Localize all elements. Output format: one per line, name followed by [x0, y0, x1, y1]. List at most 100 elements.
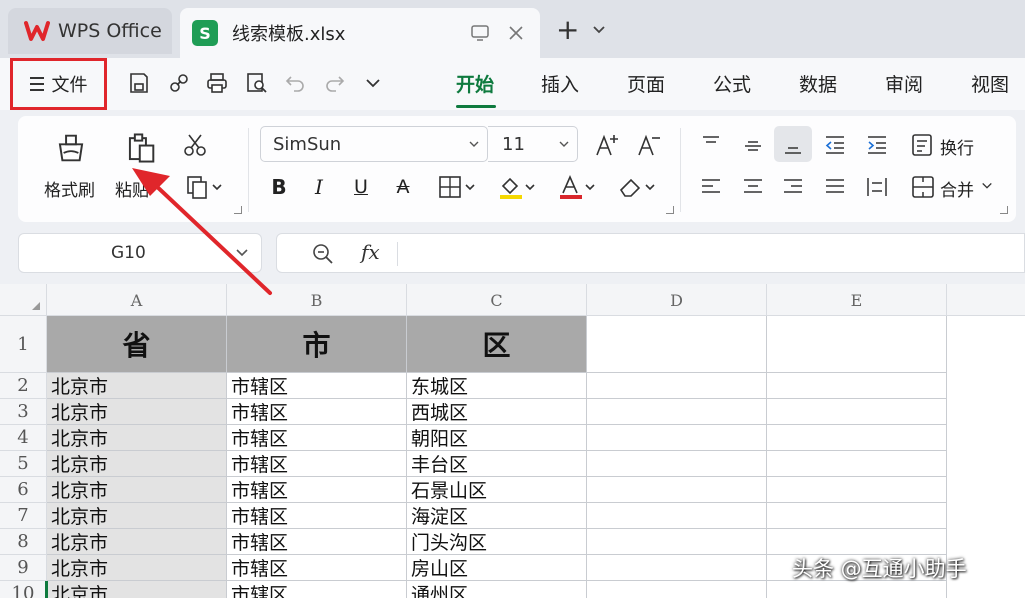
row-header-1[interactable]: 1	[0, 316, 47, 373]
merge-cells-icon[interactable]	[908, 172, 938, 202]
tab-insert[interactable]: 插入	[541, 70, 579, 97]
row-header-10[interactable]: 10	[0, 581, 47, 598]
paste-icon[interactable]	[122, 130, 160, 166]
decrease-font-icon[interactable]	[634, 130, 664, 160]
row-header-9[interactable]: 9	[0, 555, 47, 581]
cell-e5[interactable]	[767, 451, 947, 477]
tab-review[interactable]: 审阅	[885, 70, 923, 97]
cell-d1[interactable]	[587, 316, 767, 373]
cell-c6[interactable]: 石景山区	[407, 477, 587, 503]
cell-c2[interactable]: 东城区	[407, 373, 587, 399]
chevron-down-icon[interactable]	[235, 248, 249, 258]
cell-a3[interactable]: 北京市	[47, 399, 227, 425]
row-header-7[interactable]: 7	[0, 503, 47, 529]
cell-d8[interactable]	[587, 529, 767, 555]
chevron-down-icon[interactable]	[980, 176, 994, 196]
format-painter-label[interactable]: 格式刷	[44, 176, 95, 201]
copy-icon[interactable]	[182, 172, 228, 202]
cell-d5[interactable]	[587, 451, 767, 477]
tab-wps-office[interactable]: WPS Office	[8, 8, 172, 54]
format-painter-icon[interactable]	[52, 130, 90, 166]
formula-bar[interactable]: fx	[276, 233, 1025, 273]
decrease-indent-icon[interactable]	[820, 130, 850, 160]
row-header-4[interactable]: 4	[0, 425, 47, 451]
cell-d4[interactable]	[587, 425, 767, 451]
align-right-icon[interactable]	[778, 172, 808, 202]
cell-c3[interactable]: 西城区	[407, 399, 587, 425]
cell-c4[interactable]: 朝阳区	[407, 425, 587, 451]
border-icon[interactable]	[434, 172, 480, 202]
cell-b10[interactable]: 市辖区	[227, 581, 407, 598]
cell-a8[interactable]: 北京市	[47, 529, 227, 555]
underline-icon[interactable]: U	[346, 172, 376, 202]
cell-c10[interactable]: 通州区	[407, 581, 587, 598]
cell-d3[interactable]	[587, 399, 767, 425]
print-icon[interactable]	[204, 70, 230, 96]
cell-d9[interactable]	[587, 555, 767, 581]
cell-e10[interactable]	[767, 581, 947, 598]
tab-file-xlsx[interactable]: S 线索模板.xlsx	[180, 8, 540, 58]
cell-a5[interactable]: 北京市	[47, 451, 227, 477]
font-name-select[interactable]: SimSun	[260, 126, 488, 162]
column-header-a[interactable]: A	[47, 284, 227, 316]
cell-b1[interactable]: 市	[227, 316, 407, 373]
justify-icon[interactable]	[820, 172, 850, 202]
align-center-icon[interactable]	[738, 172, 768, 202]
row-header-6[interactable]: 6	[0, 477, 47, 503]
wrap-text-icon[interactable]	[908, 130, 938, 160]
cell-a6[interactable]: 北京市	[47, 477, 227, 503]
font-color-icon[interactable]	[554, 172, 600, 202]
cut-icon[interactable]	[180, 130, 210, 160]
distributed-icon[interactable]	[862, 172, 892, 202]
cell-a10[interactable]: 北京市	[47, 581, 227, 598]
cell-b9[interactable]: 市辖区	[227, 555, 407, 581]
fx-icon[interactable]: fx	[361, 240, 380, 264]
cell-d7[interactable]	[587, 503, 767, 529]
increase-indent-icon[interactable]	[862, 130, 892, 160]
strikethrough-icon[interactable]: A	[388, 172, 418, 202]
new-tab-icon[interactable]: +	[556, 16, 579, 44]
wrap-text-label[interactable]: 换行	[940, 134, 974, 159]
spreadsheet-grid[interactable]: ABCDE 1 省市区 2 北京市 市辖区 东城区 3 北京市 市辖区 西城区 4 北京市 市辖区 朝阳区…	[0, 284, 1025, 598]
undo-icon[interactable]	[282, 70, 308, 96]
column-header-d[interactable]: D	[587, 284, 767, 316]
cell-b8[interactable]: 市辖区	[227, 529, 407, 555]
cell-a4[interactable]: 北京市	[47, 425, 227, 451]
select-all-icon[interactable]	[0, 284, 47, 316]
save-icon[interactable]	[126, 70, 152, 96]
italic-icon[interactable]: I	[304, 172, 334, 202]
row-header-2[interactable]: 2	[0, 373, 47, 399]
font-settings-icon[interactable]	[666, 206, 674, 214]
font-size-select[interactable]: 11	[488, 126, 578, 162]
align-bottom-icon[interactable]	[778, 130, 808, 160]
cell-e1[interactable]	[767, 316, 947, 373]
cell-b2[interactable]: 市辖区	[227, 373, 407, 399]
monitor-icon[interactable]	[468, 21, 492, 45]
cell-a2[interactable]: 北京市	[47, 373, 227, 399]
print-preview-icon[interactable]	[244, 70, 270, 96]
cell-c7[interactable]: 海淀区	[407, 503, 587, 529]
chevron-down-icon[interactable]	[592, 20, 606, 39]
bold-icon[interactable]: B	[264, 172, 294, 202]
redo-icon[interactable]	[322, 70, 348, 96]
align-middle-icon[interactable]	[738, 130, 768, 160]
cell-b6[interactable]: 市辖区	[227, 477, 407, 503]
chevron-down-icon[interactable]	[360, 70, 386, 96]
row-header-3[interactable]: 3	[0, 399, 47, 425]
cell-c8[interactable]: 门头沟区	[407, 529, 587, 555]
cell-e6[interactable]	[767, 477, 947, 503]
cell-a9[interactable]: 北京市	[47, 555, 227, 581]
cell-b7[interactable]: 市辖区	[227, 503, 407, 529]
align-left-icon[interactable]	[696, 172, 726, 202]
cell-b5[interactable]: 市辖区	[227, 451, 407, 477]
cell-e8[interactable]	[767, 529, 947, 555]
column-header-e[interactable]: E	[767, 284, 947, 316]
clipboard-settings-icon[interactable]	[234, 206, 242, 214]
eraser-icon[interactable]	[614, 172, 660, 202]
cell-c1[interactable]: 区	[407, 316, 587, 373]
paste-label[interactable]: 粘贴	[115, 176, 149, 201]
file-menu-button[interactable]: 文件	[10, 58, 107, 110]
cell-d10[interactable]	[587, 581, 767, 598]
cell-d6[interactable]	[587, 477, 767, 503]
name-box[interactable]: G10	[18, 233, 262, 273]
